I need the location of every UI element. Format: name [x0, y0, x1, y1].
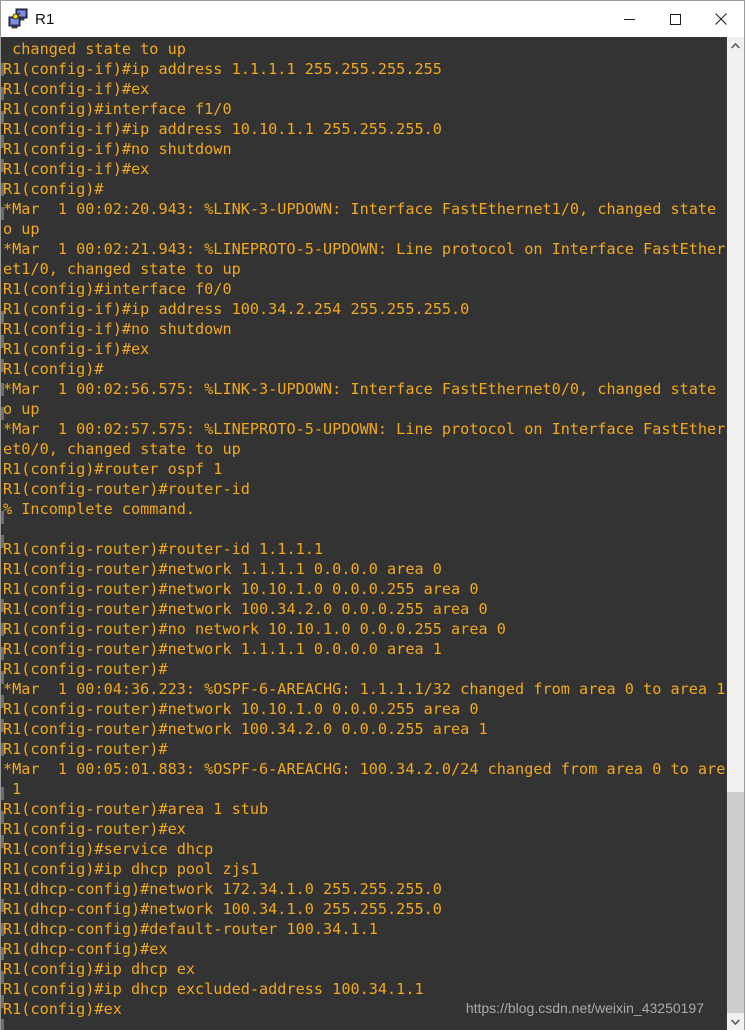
console-line: *Mar 1 00:02:56.575: %LINK-3-UPDOWN: Int… — [3, 380, 726, 398]
title-bar[interactable]: R1 — [1, 1, 744, 37]
console-line: R1(config-router)#network 10.10.1.0 0.0.… — [3, 700, 479, 718]
console-line: R1(config)#interface f1/0 — [3, 100, 232, 118]
console-line: R1(config-router)#network 1.1.1.1 0.0.0.… — [3, 640, 442, 658]
console-line: R1(config-router)#network 100.34.2.0 0.0… — [3, 600, 488, 618]
console-line: R1(config-if)#ip address 100.34.2.254 25… — [3, 300, 470, 318]
console-line: R1(config)#ip dhcp ex — [3, 960, 196, 978]
console-line: R1(config-router)#router-id — [3, 480, 250, 498]
console-line-marker — [1, 1019, 4, 1030]
vertical-scrollbar[interactable] — [726, 37, 744, 1030]
console-line: *Mar 1 00:05:01.883: %OSPF-6-AREACHG: 10… — [3, 760, 726, 778]
minimize-button[interactable] — [606, 1, 652, 37]
console-line: R1(dhcp-config)#ex — [3, 940, 168, 958]
console-line: changed state to up — [3, 40, 186, 58]
console-line: R1(config-if)#ip address 10.10.1.1 255.2… — [3, 120, 442, 138]
console-line: et1/0, changed state to up — [3, 260, 241, 278]
console-line: R1(config-router)# — [3, 740, 168, 758]
console-line: R1(config-router)#network 100.34.2.0 0.0… — [3, 720, 488, 738]
console-line: R1(dhcp-config)#network 172.34.1.0 255.2… — [3, 880, 442, 898]
console-line: R1(config-if)#ex — [3, 160, 150, 178]
console-line: R1(dhcp-config)#network 100.34.1.0 255.2… — [3, 900, 442, 918]
terminal-window: R1 changed state to up R1(config-if)#ip a… — [0, 0, 745, 1030]
console-line: R1(config-router)#ex — [3, 820, 186, 838]
console-line: R1(config-router)#network 1.1.1.1 0.0.0.… — [3, 560, 442, 578]
console-line: % Incomplete command. — [3, 500, 196, 518]
console-line: R1(config)#ip dhcp pool zjs1 — [3, 860, 260, 878]
console-line: R1(config)# — [3, 180, 104, 198]
console-line: o up — [3, 220, 40, 238]
console-line: R1(config-if)#ex — [3, 340, 150, 358]
console-line: R1(config)# — [3, 360, 104, 378]
console-line: *Mar 1 00:02:20.943: %LINK-3-UPDOWN: Int… — [3, 200, 726, 218]
window-controls — [606, 1, 744, 37]
console-line: R1(config-router)# — [3, 660, 168, 678]
console-line: *Mar 1 00:04:36.223: %OSPF-6-AREACHG: 1.… — [3, 680, 726, 698]
console-line: R1(config-if)#ex — [3, 80, 150, 98]
console-line: *Mar 1 00:02:57.575: %LINEPROTO-5-UPDOWN… — [3, 420, 726, 438]
console-line: et0/0, changed state to up — [3, 440, 241, 458]
console-line: *Mar 1 00:02:21.943: %LINEPROTO-5-UPDOWN… — [3, 240, 726, 258]
console-line: R1(config-router)#no network 10.10.1.0 0… — [3, 620, 506, 638]
console-line: R1(config)#router ospf 1 — [3, 460, 223, 478]
console-line: R1(dhcp-config)#default-router 100.34.1.… — [3, 920, 378, 938]
chevron-up-icon[interactable] — [727, 37, 744, 54]
window-title: R1 — [35, 10, 55, 28]
console-line: R1(config)#service dhcp — [3, 840, 214, 858]
router-device-icon — [7, 8, 29, 30]
console-line: R1(config-router)#area 1 stub — [3, 800, 269, 818]
scrollbar-thumb[interactable] — [727, 792, 744, 1013]
console-line: R1(config-if)#ip address 1.1.1.1 255.255… — [3, 60, 442, 78]
console-line: R1(config)#ip dhcp excluded-address 100.… — [3, 980, 424, 998]
scrollbar-track[interactable] — [727, 54, 744, 1013]
console-line-list: changed state to up R1(config-if)#ip addr… — [1, 39, 726, 1019]
console-line: R1(config)#interface f0/0 — [3, 280, 232, 298]
chevron-down-icon[interactable] — [727, 1013, 744, 1030]
maximize-button[interactable] — [652, 1, 698, 37]
console-output[interactable]: changed state to up R1(config-if)#ip addr… — [1, 37, 726, 1030]
close-button[interactable] — [698, 1, 744, 37]
console-line: R1(config-if)#no shutdown — [3, 140, 232, 158]
console-line: R1(config-router)#router-id 1.1.1.1 — [3, 540, 324, 558]
console-line: R1(config)#ex — [3, 1000, 122, 1018]
console-line: R1(config-if)#no shutdown — [3, 320, 232, 338]
console-line: R1(config-router)#network 10.10.1.0 0.0.… — [3, 580, 479, 598]
console-line: o up — [3, 400, 40, 418]
terminal-body: changed state to up R1(config-if)#ip addr… — [1, 37, 744, 1030]
console-line: 1 — [3, 780, 22, 798]
